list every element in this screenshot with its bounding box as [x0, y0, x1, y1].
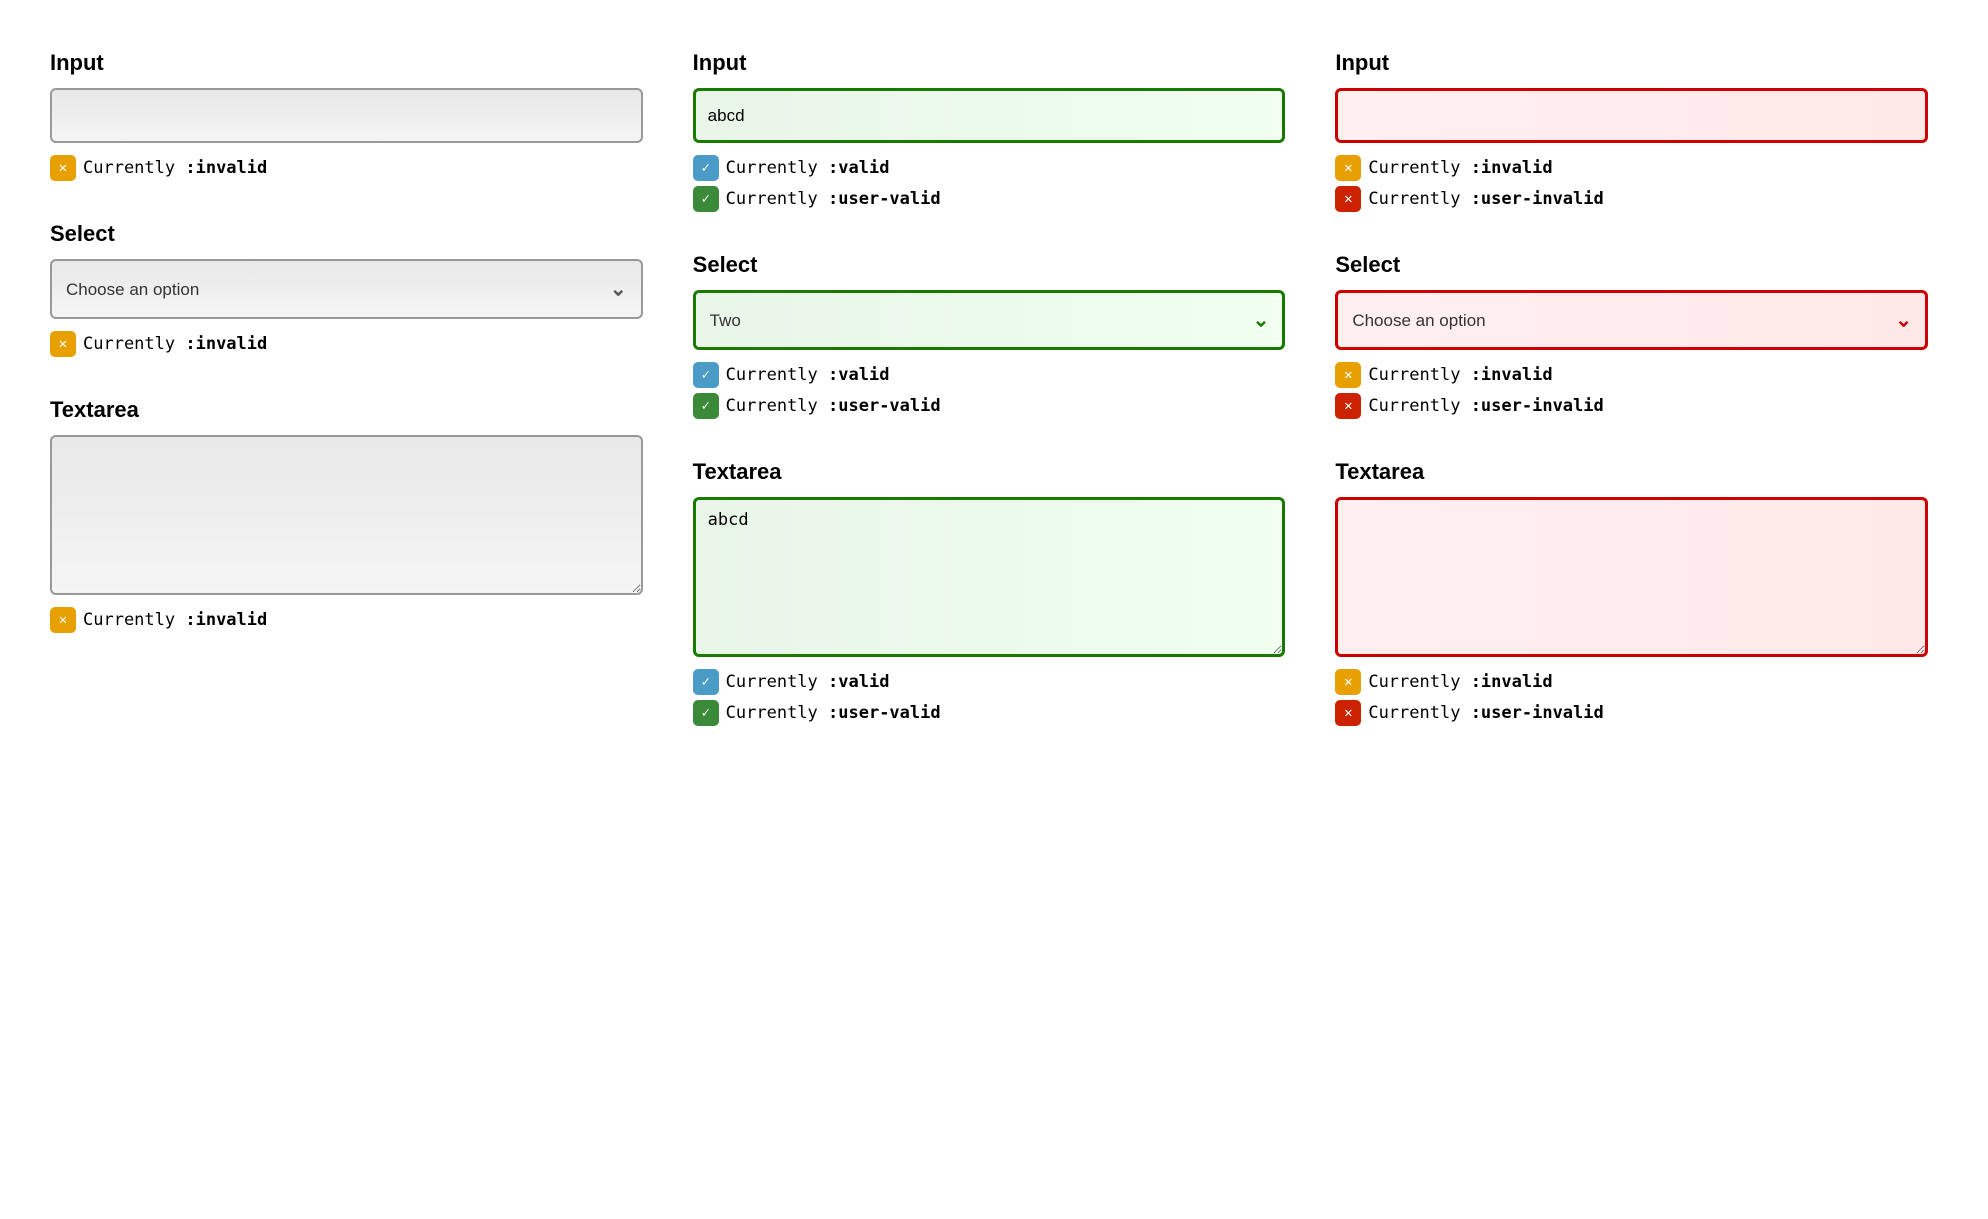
status-item: Currently :valid — [693, 669, 1286, 695]
status-text: Currently :invalid — [1368, 158, 1552, 178]
status-text: Currently :user-valid — [726, 396, 941, 416]
status-text: Currently :invalid — [1368, 672, 1552, 692]
status-text: Currently :invalid — [83, 610, 267, 630]
select-valid-status-list: Currently :valid Currently :user-valid — [693, 362, 1286, 419]
orange-x-icon — [1335, 669, 1361, 695]
status-text: Currently :user-valid — [726, 189, 941, 209]
input-valid-status-list: Currently :valid Currently :user-valid — [693, 155, 1286, 212]
status-item: Currently :invalid — [50, 607, 643, 633]
status-text: Currently :invalid — [83, 334, 267, 354]
section-input-valid: Input Currently :valid Currently :user-v… — [693, 50, 1286, 212]
section-select-invalid: Select Choose an option One Two Three ⌄ … — [1335, 252, 1928, 419]
status-text: Currently :user-invalid — [1368, 396, 1603, 416]
textarea-default-wrapper — [50, 435, 643, 595]
input-default-status-list: Currently :invalid — [50, 155, 643, 181]
status-text: Currently :user-invalid — [1368, 189, 1603, 209]
red-x-icon — [1335, 700, 1361, 726]
main-grid: Input Currently :invalid Select Choose a… — [30, 30, 1958, 756]
textarea-valid-label: Textarea — [693, 459, 1286, 485]
column-invalid: Input Currently :invalid Currently :user… — [1315, 30, 1958, 756]
section-textarea-invalid: Textarea Currently :invalid Currently :u… — [1335, 459, 1928, 726]
section-select-valid: Select Choose an option One Two Three ⌄ … — [693, 252, 1286, 419]
status-item: Currently :invalid — [50, 155, 643, 181]
blue-check-icon — [693, 155, 719, 181]
status-text: Currently :user-valid — [726, 703, 941, 723]
status-item: Currently :invalid — [1335, 362, 1928, 388]
status-item: Currently :valid — [693, 155, 1286, 181]
textarea-invalid-wrapper — [1335, 497, 1928, 657]
select-default-label: Select — [50, 221, 643, 247]
orange-x-icon — [50, 331, 76, 357]
red-x-icon — [1335, 186, 1361, 212]
status-text: Currently :invalid — [1368, 365, 1552, 385]
select-default-field[interactable]: Choose an option One Two Three — [50, 259, 643, 319]
input-valid-field[interactable] — [693, 88, 1286, 143]
input-default-label: Input — [50, 50, 643, 76]
section-select-default: Select Choose an option One Two Three ⌄ … — [50, 221, 643, 357]
textarea-invalid-status-list: Currently :invalid Currently :user-inval… — [1335, 669, 1928, 726]
status-item: Currently :invalid — [1335, 669, 1928, 695]
select-invalid-wrapper: Choose an option One Two Three ⌄ — [1335, 290, 1928, 350]
orange-x-icon — [50, 607, 76, 633]
select-default-wrapper: Choose an option One Two Three ⌄ — [50, 259, 643, 319]
input-valid-label: Input — [693, 50, 1286, 76]
green-check-icon — [693, 700, 719, 726]
status-text: Currently :valid — [726, 158, 890, 178]
status-item: Currently :user-invalid — [1335, 186, 1928, 212]
textarea-valid-wrapper: abcd — [693, 497, 1286, 657]
section-input-default: Input Currently :invalid — [50, 50, 643, 181]
textarea-default-status-list: Currently :invalid — [50, 607, 643, 633]
select-valid-label: Select — [693, 252, 1286, 278]
orange-x-icon — [50, 155, 76, 181]
status-text: Currently :user-invalid — [1368, 703, 1603, 723]
green-check-icon — [693, 186, 719, 212]
blue-check-icon — [693, 362, 719, 388]
select-invalid-field[interactable]: Choose an option One Two Three — [1335, 290, 1928, 350]
column-valid: Input Currently :valid Currently :user-v… — [673, 30, 1316, 756]
status-item: Currently :invalid — [50, 331, 643, 357]
textarea-invalid-label: Textarea — [1335, 459, 1928, 485]
select-valid-field[interactable]: Choose an option One Two Three — [693, 290, 1286, 350]
section-textarea-default: Textarea Currently :invalid — [50, 397, 643, 633]
textarea-default-field[interactable] — [50, 435, 643, 595]
select-valid-wrapper: Choose an option One Two Three ⌄ — [693, 290, 1286, 350]
textarea-default-label: Textarea — [50, 397, 643, 423]
status-text: Currently :valid — [726, 365, 890, 385]
section-textarea-valid: Textarea abcd Currently :valid Currently… — [693, 459, 1286, 726]
status-item: Currently :user-valid — [693, 186, 1286, 212]
status-text: Currently :valid — [726, 672, 890, 692]
status-item: Currently :invalid — [1335, 155, 1928, 181]
orange-x-icon — [1335, 155, 1361, 181]
status-item: Currently :user-invalid — [1335, 393, 1928, 419]
textarea-invalid-field[interactable] — [1335, 497, 1928, 657]
select-default-status-list: Currently :invalid — [50, 331, 643, 357]
textarea-valid-field[interactable]: abcd — [693, 497, 1286, 657]
column-default: Input Currently :invalid Select Choose a… — [30, 30, 673, 756]
status-item: Currently :user-valid — [693, 393, 1286, 419]
orange-x-icon — [1335, 362, 1361, 388]
input-default-field[interactable] — [50, 88, 643, 143]
select-invalid-status-list: Currently :invalid Currently :user-inval… — [1335, 362, 1928, 419]
status-item: Currently :user-invalid — [1335, 700, 1928, 726]
input-invalid-label: Input — [1335, 50, 1928, 76]
status-item: Currently :valid — [693, 362, 1286, 388]
section-input-invalid: Input Currently :invalid Currently :user… — [1335, 50, 1928, 212]
status-item: Currently :user-valid — [693, 700, 1286, 726]
red-x-icon — [1335, 393, 1361, 419]
green-check-icon — [693, 393, 719, 419]
select-invalid-label: Select — [1335, 252, 1928, 278]
input-invalid-status-list: Currently :invalid Currently :user-inval… — [1335, 155, 1928, 212]
textarea-valid-status-list: Currently :valid Currently :user-valid — [693, 669, 1286, 726]
input-invalid-field[interactable] — [1335, 88, 1928, 143]
status-text: Currently :invalid — [83, 158, 267, 178]
blue-check-icon — [693, 669, 719, 695]
